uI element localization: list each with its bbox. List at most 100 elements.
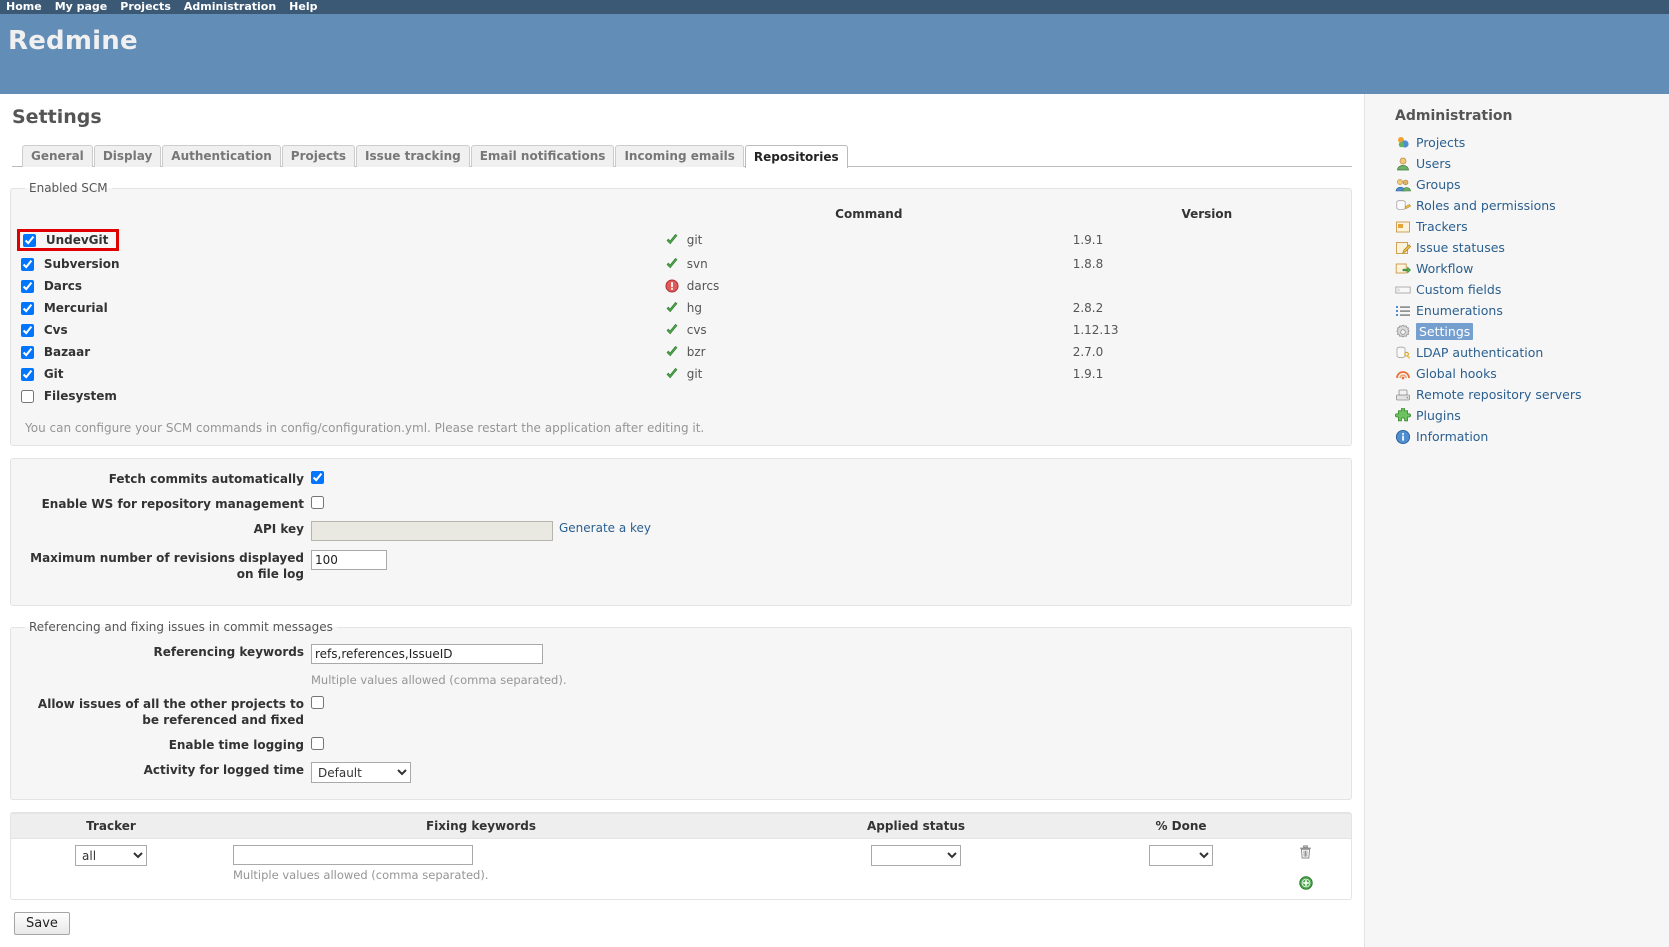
fixing-keywords-input[interactable] [233,845,473,865]
scm-checkbox-darcs[interactable] [21,280,34,293]
top-menu-item-administration[interactable]: Administration [184,0,276,14]
tracker-icon [1395,219,1411,235]
referencing-keywords-input[interactable] [311,644,543,664]
scm-checkbox-subversion[interactable] [21,258,34,271]
sidebar-item-label[interactable]: Remote repository servers [1416,386,1581,403]
sidebar-item-custom-fields[interactable]: Custom fields [1395,281,1669,298]
sidebar-item-label[interactable]: Custom fields [1416,281,1501,298]
sidebar-item-ldap-authentication[interactable]: LDAP authentication [1395,344,1669,361]
sidebar-item-label[interactable]: Plugins [1416,407,1461,424]
sidebar-item-label[interactable]: Issue statuses [1416,239,1505,256]
tracker-select[interactable]: all [75,845,147,866]
scm-checkbox-cvs[interactable] [21,324,34,337]
ldap-icon [1395,345,1411,361]
top-menu-item-home[interactable]: Home [6,0,42,14]
referencing-keywords-row: Referencing keywords Multiple values all… [21,644,1341,687]
scm-name-darcs: Darcs [43,279,83,293]
enable-ws-checkbox[interactable] [311,496,324,509]
allow-other-projects-checkbox[interactable] [311,696,324,709]
sidebar-item-information[interactable]: Information [1395,428,1669,445]
activity-select[interactable]: Default [311,762,411,783]
sidebar-item-enumerations[interactable]: Enumerations [1395,302,1669,319]
cell-actions [1281,839,1351,896]
scm-checkbox-undevgit[interactable] [23,234,36,247]
sidebar-item-label[interactable]: Enumerations [1416,302,1503,319]
percent-done-select[interactable] [1149,845,1213,866]
sidebar-item-global-hooks[interactable]: Global hooks [1395,365,1669,382]
tab-display[interactable]: Display [93,145,162,167]
fixing-keywords-table-wrap: Tracker Fixing keywords Applied status %… [10,812,1352,900]
scm-checkbox-mercurial[interactable] [21,302,34,315]
applied-status-select[interactable] [871,845,961,866]
fixing-keywords-table: Tracker Fixing keywords Applied status %… [11,813,1351,895]
tab-authentication[interactable]: Authentication [162,145,281,167]
check-ok-icon [665,323,679,337]
sidebar-item-label[interactable]: Users [1416,155,1451,172]
sidebar-item-workflow[interactable]: Workflow [1395,260,1669,277]
sidebar-item-label[interactable]: Roles and permissions [1416,197,1556,214]
sidebar-item-issue-statuses[interactable]: Issue statuses [1395,239,1669,256]
sidebar-item-label[interactable]: LDAP authentication [1416,344,1543,361]
sidebar-item-users[interactable]: Users [1395,155,1669,172]
textfield-icon [1395,282,1411,298]
sidebar-item-remote-repository-servers[interactable]: Remote repository servers [1395,386,1669,403]
tab-incoming-emails[interactable]: Incoming emails [615,145,744,167]
tab-repositories[interactable]: Repositories [744,145,848,168]
sidebar-list: Projects Users Groups Roles and permissi… [1395,134,1669,445]
allow-other-projects-row: Allow issues of all the other projects t… [21,696,1341,728]
sidebar-item-plugins[interactable]: Plugins [1395,406,1669,424]
error-icon [665,279,679,293]
plugin-icon [1395,406,1411,424]
allow-other-projects-label: Allow issues of all the other projects t… [37,697,304,727]
workflow-icon [1395,261,1411,277]
scm-row-cvs: Cvs cvs 1.12.13 [21,319,1341,341]
fetch-commits-row: Fetch commits automatically [21,471,1341,487]
sidebar-item-label[interactable]: Groups [1416,176,1461,193]
sidebar-item-trackers[interactable]: Trackers [1395,218,1669,235]
group-icon [1395,177,1411,193]
top-menu-item-projects[interactable]: Projects [120,0,171,14]
sidebar-item-label[interactable]: Global hooks [1416,365,1497,382]
top-menu-item-my-page[interactable]: My page [55,0,108,14]
column-applied-status: Applied status [751,813,1081,839]
sidebar-item-settings[interactable]: Settings [1395,323,1669,340]
max-revisions-input[interactable] [311,550,387,570]
api-key-row: API key Generate a key [21,521,1341,541]
scm-checkbox-filesystem[interactable] [21,390,34,403]
sidebar-item-label[interactable]: Information [1416,428,1488,445]
sidebar-item-roles-and-permissions[interactable]: Roles and permissions [1395,197,1669,214]
api-key-input[interactable] [311,521,553,541]
scm-checkbox-git[interactable] [21,368,34,381]
sidebar-item-label[interactable]: Workflow [1416,260,1473,277]
column-percent-done: % Done [1081,813,1281,839]
info-icon [1395,429,1411,445]
tab-issue-tracking[interactable]: Issue tracking [356,145,470,167]
tab-projects[interactable]: Projects [281,145,355,167]
scm-command-undevgit: git [686,232,703,247]
sidebar-item-label[interactable]: Trackers [1416,218,1468,235]
check-ok-icon [665,233,679,247]
scm-checkbox-bazaar[interactable] [21,346,34,359]
max-revisions-row: Maximum number of revisions displayed on… [21,550,1341,582]
sidebar-item-groups[interactable]: Groups [1395,176,1669,193]
enable-ws-row: Enable WS for repository management [21,496,1341,512]
add-icon[interactable] [1299,876,1313,890]
check-ok-icon [665,301,679,315]
activity-row: Activity for logged time Default [21,762,1341,783]
cell-tracker: all [11,839,211,896]
top-menu-item-help[interactable]: Help [289,0,317,14]
fetch-commits-checkbox[interactable] [311,471,324,484]
sidebar-item-projects[interactable]: Projects [1395,134,1669,151]
scm-row-filesystem: Filesystem [21,385,1341,407]
save-button[interactable]: Save [14,912,70,935]
referencing-keywords-label: Referencing keywords [153,645,304,659]
tab-general[interactable]: General [22,145,93,167]
sidebar-item-label[interactable]: Projects [1416,134,1465,151]
generate-key-link[interactable]: Generate a key [559,521,651,535]
trash-icon[interactable] [1299,845,1312,859]
scm-name-git: Git [43,367,64,381]
tab-email-notifications[interactable]: Email notifications [470,145,615,167]
sidebar-item-label[interactable]: Settings [1416,323,1474,340]
enable-time-logging-checkbox[interactable] [311,737,324,750]
enable-time-logging-label: Enable time logging [168,738,304,752]
